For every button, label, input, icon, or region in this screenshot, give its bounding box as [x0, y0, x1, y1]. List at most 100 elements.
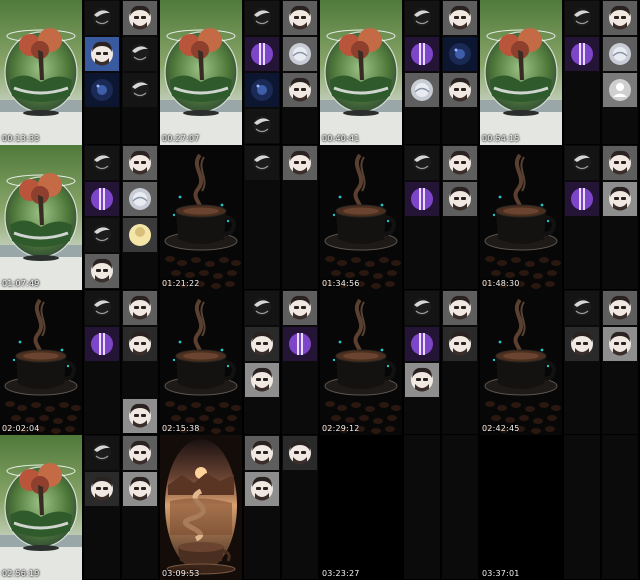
frame-cell[interactable]: 03:23:27: [320, 435, 480, 580]
tile-slot: [84, 145, 120, 181]
avatar-dark-avatar-icon[interactable]: [85, 291, 119, 325]
face-gray-avatar-icon[interactable]: [443, 146, 477, 180]
avatar-dark-avatar-icon[interactable]: [85, 218, 119, 252]
tile-slot: [244, 398, 280, 434]
face-gray-avatar-icon[interactable]: [443, 291, 477, 325]
face-light-avatar-icon[interactable]: [245, 363, 279, 397]
face-light-avatar-icon[interactable]: [603, 327, 637, 361]
tile-slot: [564, 543, 600, 579]
face-gray-avatar-icon[interactable]: [123, 291, 157, 325]
frame-cell[interactable]: 03:09:53: [160, 435, 320, 580]
avatar-blue-avatar-icon[interactable]: [85, 73, 119, 107]
face-dark-avatar-icon[interactable]: [245, 327, 279, 361]
tile-slot: [282, 72, 318, 108]
face-light-avatar-icon[interactable]: [603, 182, 637, 216]
tile-slot: [282, 253, 318, 289]
face-dark-avatar-icon[interactable]: [123, 327, 157, 361]
avatar-dark-avatar-icon[interactable]: [245, 1, 279, 35]
frame-cell[interactable]: 01:07:49: [0, 145, 160, 290]
tile-slot: [404, 507, 440, 543]
face-gray-avatar-icon[interactable]: [443, 182, 477, 216]
avatar-dark-avatar-icon[interactable]: [123, 73, 157, 107]
avatar-gray-avatar-icon[interactable]: [123, 182, 157, 216]
frame-cell[interactable]: 02:29:12: [320, 290, 480, 435]
face-dark-avatar-icon[interactable]: [283, 436, 317, 470]
purple-avatar-icon[interactable]: [405, 182, 439, 216]
face-light-avatar-icon[interactable]: [123, 399, 157, 433]
face-gray-avatar-icon[interactable]: [603, 146, 637, 180]
frame-cell[interactable]: 02:56:19: [0, 435, 160, 580]
face-blue-avatar-icon[interactable]: [85, 37, 119, 71]
frame-cell[interactable]: 02:15:38: [160, 290, 320, 435]
frame-cell[interactable]: 00:13:33: [0, 0, 160, 145]
purple-avatar-icon[interactable]: [405, 37, 439, 71]
avatar-gray-avatar-icon[interactable]: [405, 73, 439, 107]
purple-avatar-icon[interactable]: [245, 37, 279, 71]
face-gray-avatar-icon[interactable]: [283, 1, 317, 35]
avatar-dark-avatar-icon[interactable]: [565, 291, 599, 325]
avatar-dark-avatar-icon[interactable]: [85, 1, 119, 35]
avatar-dark-avatar-icon[interactable]: [405, 1, 439, 35]
avatar-dark-avatar-icon[interactable]: [85, 146, 119, 180]
face-gray-avatar-icon[interactable]: [443, 73, 477, 107]
purple-avatar-icon[interactable]: [565, 37, 599, 71]
tile-slot: [84, 326, 120, 362]
avatar-dark-avatar-icon[interactable]: [245, 146, 279, 180]
avatar-dark-avatar-icon[interactable]: [405, 146, 439, 180]
face-light-avatar-icon[interactable]: [405, 363, 439, 397]
avatar-gray-avatar-icon[interactable]: [283, 37, 317, 71]
face-gray-avatar-icon[interactable]: [123, 436, 157, 470]
tile-slot: [282, 290, 318, 326]
face-gray-avatar-icon[interactable]: [443, 1, 477, 35]
frame-cell[interactable]: 00:27:07: [160, 0, 320, 145]
avatar-blue-avatar-icon[interactable]: [443, 37, 477, 71]
frame-cell[interactable]: 02:02:04: [0, 290, 160, 435]
tile-slot: [244, 36, 280, 72]
face-dark-avatar-icon[interactable]: [443, 327, 477, 361]
participant-tiles: [84, 290, 160, 435]
avatar-dark-avatar-icon[interactable]: [405, 291, 439, 325]
frame-cell[interactable]: 01:34:56: [320, 145, 480, 290]
face-dark-avatar-icon[interactable]: [565, 327, 599, 361]
face-gray-avatar-icon[interactable]: [123, 1, 157, 35]
avatar-dark-avatar-icon[interactable]: [565, 1, 599, 35]
face-gray-avatar-icon[interactable]: [283, 291, 317, 325]
tile-slot: [244, 362, 280, 398]
face-gray-avatar-icon[interactable]: [283, 73, 317, 107]
participant-tiles: [564, 435, 640, 580]
frame-cell[interactable]: 01:48:30: [480, 145, 640, 290]
avatar-blue-avatar-icon[interactable]: [245, 73, 279, 107]
tile-slot: [244, 290, 280, 326]
avatar-dark-avatar-icon[interactable]: [85, 436, 119, 470]
face-gray-avatar-icon[interactable]: [603, 1, 637, 35]
frame-cell[interactable]: 03:37:01: [480, 435, 640, 580]
purple-avatar-icon[interactable]: [85, 182, 119, 216]
face-gray-avatar-icon[interactable]: [85, 254, 119, 288]
avatar-light-avatar-icon[interactable]: [123, 218, 157, 252]
frame-cell[interactable]: 00:54:15: [480, 0, 640, 145]
purple-avatar-icon[interactable]: [85, 327, 119, 361]
frame-cell[interactable]: 02:42:45: [480, 290, 640, 435]
face-light-avatar-icon[interactable]: [123, 472, 157, 506]
avatar-gray-avatar-icon[interactable]: [603, 37, 637, 71]
avatar-dark-avatar-icon[interactable]: [565, 146, 599, 180]
purple-avatar-icon[interactable]: [565, 182, 599, 216]
face-gray-avatar-icon[interactable]: [603, 291, 637, 325]
avatar-dark-avatar-icon[interactable]: [245, 291, 279, 325]
face-dark-avatar-icon[interactable]: [85, 472, 119, 506]
face-gray-avatar-icon[interactable]: [123, 146, 157, 180]
tile-slot: [282, 145, 318, 181]
face-light-avatar-icon[interactable]: [245, 472, 279, 506]
tile-slot: [122, 217, 158, 253]
face-gray-avatar-icon[interactable]: [283, 146, 317, 180]
participant-tiles: [244, 435, 320, 580]
avatar-dark-avatar-icon[interactable]: [245, 109, 279, 143]
purple-avatar-icon[interactable]: [283, 327, 317, 361]
avatar-dark-avatar-icon[interactable]: [123, 37, 157, 71]
tile-slot: [404, 471, 440, 507]
face-gray-avatar-icon[interactable]: [245, 436, 279, 470]
frame-cell[interactable]: 01:21:22: [160, 145, 320, 290]
avatar-placeholder-avatar-icon[interactable]: [603, 73, 637, 107]
frame-cell[interactable]: 00:40:41: [320, 0, 480, 145]
purple-avatar-icon[interactable]: [405, 327, 439, 361]
